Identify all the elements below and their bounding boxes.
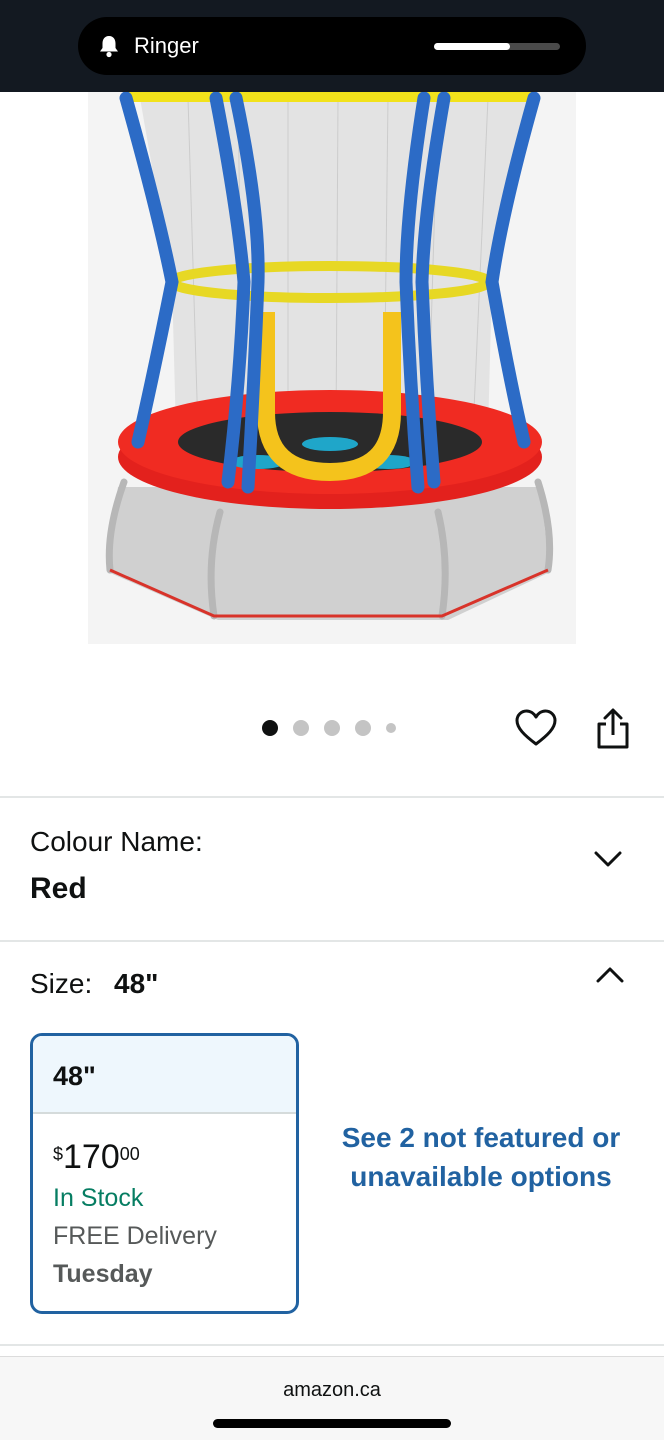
chevron-down-icon[interactable] [594,850,622,868]
add-to-list-button[interactable] [514,708,558,748]
status-bar: Ringer [0,0,664,92]
carousel-dot[interactable] [262,720,278,736]
browser-address-bar[interactable]: amazon.ca [0,1356,664,1440]
colour-value: Red [30,872,87,905]
heart-icon [515,709,557,746]
size-label: Size: [30,968,93,999]
carousel-dot[interactable] [293,720,309,736]
carousel-dot[interactable] [355,720,371,736]
delivery-text: FREE Delivery [53,1222,217,1250]
home-indicator[interactable] [213,1419,451,1428]
url-text[interactable]: amazon.ca [0,1379,664,1402]
ringer-notification: Ringer [78,17,586,75]
share-button[interactable] [594,707,632,751]
see-more-options-link[interactable]: See 2 not featured or unavailable option… [330,1118,632,1196]
chevron-up-icon[interactable] [596,966,624,984]
carousel-dot[interactable] [386,723,396,733]
product-image[interactable] [88,92,576,644]
share-icon [597,708,629,749]
section-divider [0,796,664,798]
size-selector-header[interactable]: Size: 48" [30,968,158,1000]
section-divider [0,1344,664,1346]
size-option-card-selected[interactable]: 48" $17000 In Stock FREE Delivery Tuesda… [30,1033,299,1314]
volume-level [434,43,510,50]
image-carousel-dots[interactable] [262,719,411,737]
size-option-title: 48" [33,1036,296,1114]
colour-label: Colour Name: [30,826,203,857]
price-fraction: 00 [119,1144,140,1164]
ringer-label: Ringer [134,33,199,58]
carousel-dot[interactable] [324,720,340,736]
bell-icon [98,34,120,63]
price: $17000 [53,1138,140,1177]
price-currency: $ [53,1144,64,1164]
section-divider [0,940,664,942]
price-whole: 170 [63,1138,120,1176]
volume-indicator [434,43,560,50]
delivery-day: Tuesday [53,1260,153,1288]
size-value: 48" [114,968,159,999]
stock-status: In Stock [53,1184,144,1212]
